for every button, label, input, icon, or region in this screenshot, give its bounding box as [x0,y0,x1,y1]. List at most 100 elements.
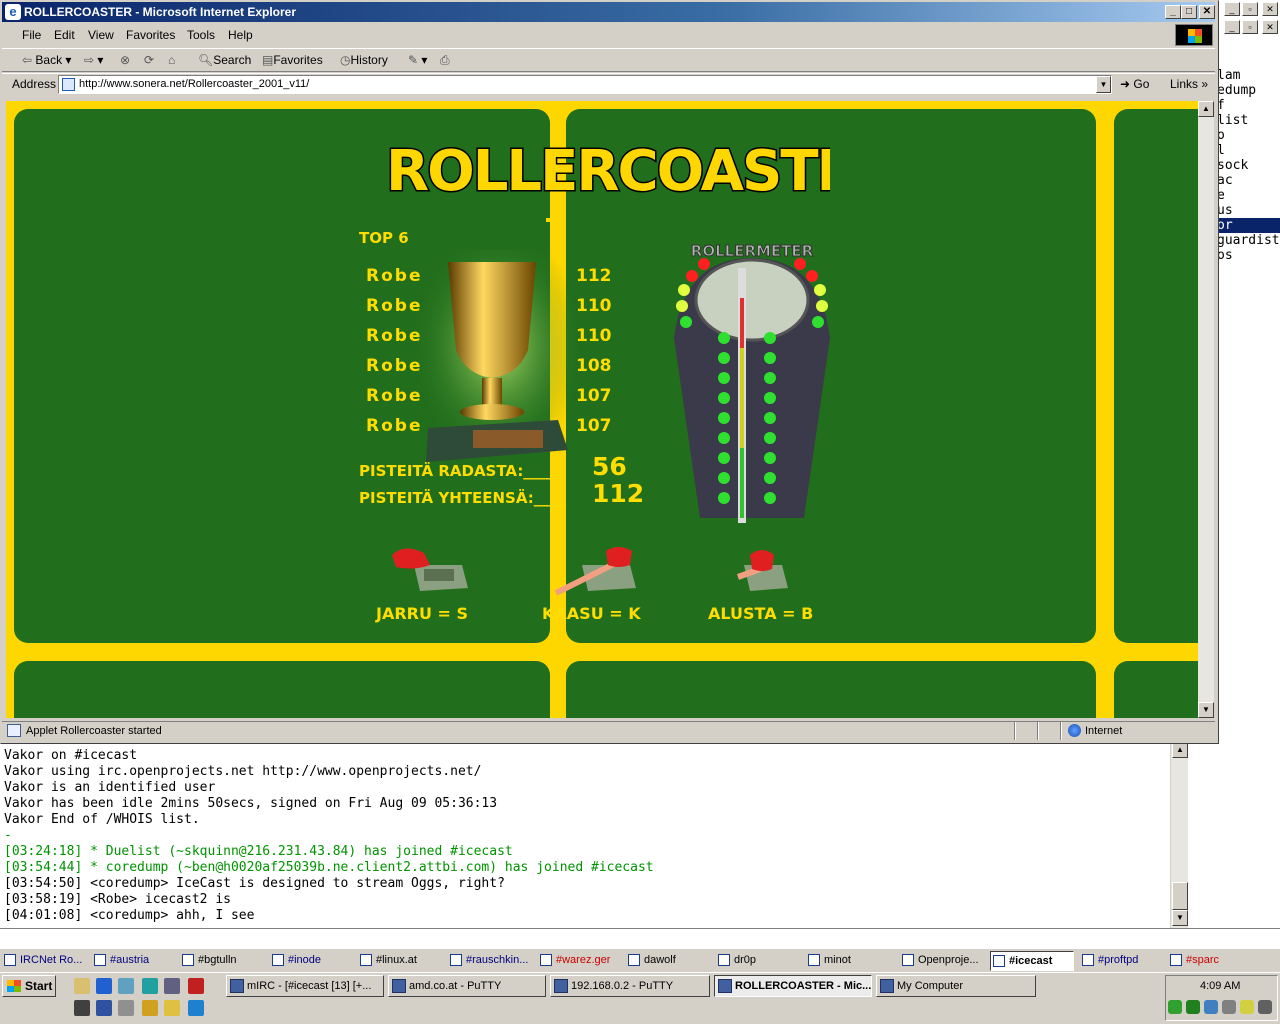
mirc-child-close-button[interactable]: ✕ [1262,20,1278,34]
mirc-window-tab[interactable]: #warez.ger [538,951,620,971]
cmd-launch-icon[interactable] [74,1000,90,1016]
chat-scroll-up-button[interactable]: ▲ [1172,742,1188,758]
scroll-up-button[interactable]: ▲ [1198,101,1214,117]
mirc-window-tab[interactable]: #linux.at [358,951,442,971]
mirc-window-tab[interactable]: minot [806,951,890,971]
mirc-window-tab[interactable]: #sparc [1168,951,1248,971]
mirc-child-restore-button[interactable]: ▫ [1242,20,1258,34]
menu-tools[interactable]: Tools [187,28,215,42]
search-button[interactable]: 🔍︎Search [198,53,251,67]
app-launch-icon[interactable] [188,978,204,994]
mirc-window-tab[interactable]: IRCNet Ro... [2,951,86,971]
nick-list-item[interactable]: e [1216,188,1280,203]
nick-list-item[interactable]: o [1216,128,1280,143]
menu-view[interactable]: View [88,28,114,42]
chat-scrollbar[interactable]: ▲ ▼ [1170,742,1188,928]
chat-input[interactable] [0,928,1280,948]
taskbar-button[interactable]: amd.co.at - PuTTY [388,975,546,997]
mirc-window-controls: _ ▫ ✕ _ ▫ ✕ [1222,0,1280,34]
chat-scroll-down-button[interactable]: ▼ [1172,910,1188,926]
stop-button[interactable]: ⊗ [120,53,130,67]
chat-log: Vakor on #icecast Vakor using irc.openpro… [0,742,1170,928]
taskbar-button[interactable]: ROLLERCOASTER - Mic... [714,975,872,997]
menu-edit[interactable]: Edit [54,28,75,42]
tray-icon-4[interactable] [1222,1000,1236,1014]
nick-list-item[interactable]: f [1216,98,1280,113]
outlook-launch-icon[interactable] [142,978,158,994]
computer-launch-icon[interactable] [96,1000,112,1016]
mirc-minimize-button[interactable]: _ [1224,2,1240,16]
taskbar-button-label: amd.co.at - PuTTY [409,980,502,992]
mirc-restore-button[interactable]: ▫ [1242,2,1258,16]
search-launch-icon[interactable] [118,978,134,994]
nick-list-item[interactable]: us [1216,203,1280,218]
winamp-launch-icon[interactable] [142,1000,158,1016]
show-desktop-icon[interactable] [74,978,90,994]
content-scrollbar[interactable]: ▲ ▼ [1198,101,1214,718]
nick-list-item[interactable]: list [1216,113,1280,128]
clock[interactable]: 4:09 AM [1200,980,1240,992]
taskbar-button[interactable]: 192.168.0.2 - PuTTY [550,975,710,997]
menu-help[interactable]: Help [228,28,253,42]
network-launch-icon[interactable] [164,978,180,994]
back-button[interactable]: ⇦ Back ▾ [22,53,71,67]
nick-list-item[interactable]: sock [1216,158,1280,173]
address-input[interactable]: http://www.sonera.net/Rollercoaster_2001… [58,75,1112,94]
tray-icon-6[interactable] [1258,1000,1272,1014]
home-button[interactable]: ⌂ [168,53,175,67]
score-name: Robe [366,326,423,346]
task-app-icon [392,979,406,993]
s-launch-icon[interactable] [188,1000,204,1016]
mirc-window-tab[interactable]: #inode [270,951,352,971]
nick-list[interactable]: lam edump f list o l sock ac e us or guardist os [1216,68,1280,268]
tray-icon-2[interactable] [1186,1000,1200,1014]
ie-launch-icon[interactable] [96,978,112,994]
taskbar-button[interactable]: mIRC - [#icecast [13] [+... [226,975,384,997]
scroll-down-button[interactable]: ▼ [1198,702,1214,718]
history-button[interactable]: ◷History [340,53,388,67]
nick-list-item[interactable]: guardist [1216,233,1280,248]
nick-list-item[interactable]: ac [1216,173,1280,188]
tray-icon-3[interactable] [1204,1000,1218,1014]
start-button[interactable]: Start [2,975,56,997]
nick-list-item[interactable]: l [1216,143,1280,158]
mirc-window-tab-label: IRCNet Ro... [20,954,83,966]
ie-title-bar[interactable]: e ROLLERCOASTER - Microsoft Internet Exp… [2,2,1215,22]
forward-button[interactable]: ⇨ ▾ [84,53,103,67]
print-button[interactable]: ⎙ [440,53,450,68]
refresh-button[interactable]: ⟳ [144,53,154,67]
mirc-window-tab[interactable]: dr0p [716,951,800,971]
menu-file[interactable]: File [22,28,41,42]
address-dropdown-button[interactable]: ▼ [1096,76,1111,93]
chat-scroll-thumb[interactable] [1172,882,1188,910]
mirc-window-tab-label: minot [824,954,851,966]
go-button[interactable]: ➜ Go [1120,77,1149,91]
nick-list-item[interactable]: edump [1216,83,1280,98]
mirc-close-button[interactable]: ✕ [1262,2,1278,16]
mirc-window-tab[interactable]: #proftpd [1080,951,1164,971]
taskbar-button[interactable]: My Computer [876,975,1036,997]
mirc-window-tab[interactable]: #icecast [990,951,1074,971]
mirc-window-tab-label: dawolf [644,954,676,966]
minimize-button[interactable]: _ [1165,5,1181,19]
tool-launch-icon[interactable] [118,1000,134,1016]
mirc-window-tab[interactable]: #rauschkin... [448,951,532,971]
nick-list-item[interactable]: or [1216,218,1280,233]
links-button[interactable]: Links » [1170,77,1208,91]
nick-list-item[interactable]: os [1216,248,1280,263]
mirc-child-minimize-button[interactable]: _ [1224,20,1240,34]
mirc-window-tab[interactable]: #bgtulln [180,951,264,971]
tray-icon-5[interactable] [1240,1000,1254,1014]
chat-line: Vakor End of /WHOIS list. [4,812,200,827]
maximize-button[interactable]: □ [1181,5,1197,19]
mirc-window-tab[interactable]: Openproje... [900,951,986,971]
mirc-window-tab[interactable]: #austria [92,951,174,971]
close-button[interactable]: ✕ [1199,5,1215,19]
edit-button[interactable]: ✎ ▾ [408,53,427,67]
tray-icon-1[interactable] [1168,1000,1182,1014]
mirc-window-tab[interactable]: dawolf [626,951,710,971]
pencil-launch-icon[interactable] [164,1000,180,1016]
favorites-button[interactable]: ▤Favorites [262,53,323,67]
menu-favorites[interactable]: Favorites [126,28,175,42]
nick-list-item[interactable]: lam [1216,68,1280,83]
